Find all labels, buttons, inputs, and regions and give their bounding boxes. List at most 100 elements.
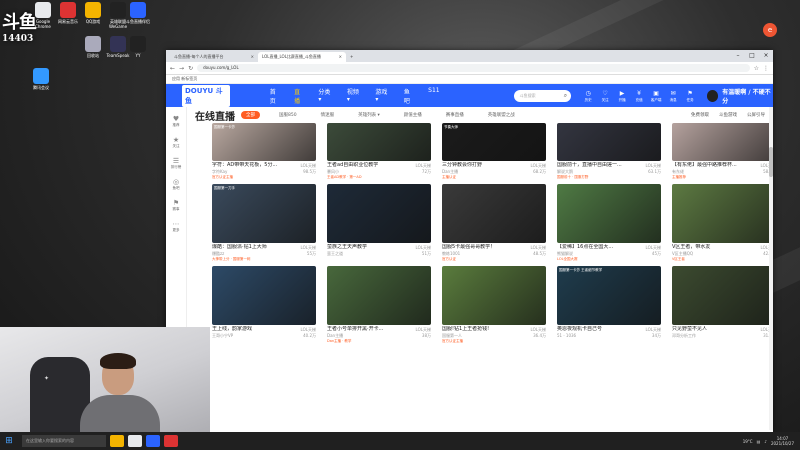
stream-title[interactable]: 【有东佬】最强中路推荐杯... — [672, 162, 737, 169]
stream-thumbnail[interactable] — [672, 266, 773, 325]
stream-thumbnail[interactable] — [327, 184, 431, 243]
stream-card[interactable]: 王者小号单排开黑·开卡... LOL天梯 Dan主播 38万 Dan主播 · 教学 — [327, 266, 431, 344]
stream-category[interactable]: LOL天梯 — [531, 244, 546, 251]
taskbar-app-douyu[interactable] — [146, 435, 160, 447]
anchor-name[interactable]: 邓哥分析工作 — [672, 333, 696, 339]
user-menu[interactable]: 有温暖啊 / 不硬不分 — [707, 87, 773, 105]
stream-category[interactable]: LOL天梯 — [416, 162, 431, 169]
stream-card[interactable]: 国服第一刀手 爆酷：国服派·钻1上大师 LOL天梯 爆酷zz 55万 大神带上分 · 国服… — [212, 184, 316, 262]
stream-category[interactable]: LOL天梯 — [531, 162, 546, 169]
nav-item[interactable]: 鱼吧 — [404, 87, 414, 105]
stream-title[interactable]: 国服5卡最强哥哥教学！ — [442, 244, 495, 251]
close-icon[interactable]: × — [339, 52, 342, 62]
stream-card[interactable]: 国服前十，直播中自由搓一... LOL天梯 解说大鹅 63.1万 国服前十 · 国服打野 — [557, 123, 661, 180]
stream-category[interactable]: LOL天梯 — [416, 326, 431, 333]
stream-thumbnail[interactable]: 国服第一卡莎 — [212, 123, 316, 161]
stream-card[interactable]: 国服!钻1上王者抢钱! LOL天梯 国服第一人 36.4万 官方认证主播 — [442, 266, 546, 344]
stream-thumbnail[interactable] — [212, 266, 316, 325]
desktop-icon[interactable]: Google Chrome — [30, 2, 56, 29]
filter-tab[interactable]: 英雄列表 ▾ — [353, 111, 385, 119]
header-icon-button[interactable]: ✉ 消息 — [666, 90, 680, 102]
stream-thumbnail[interactable] — [442, 184, 546, 243]
stream-title[interactable]: V区王者，带水友 — [672, 244, 710, 251]
taskbar-app-explorer[interactable] — [110, 435, 124, 447]
header-icon-button[interactable]: ◷ 历史 — [581, 90, 595, 102]
stream-category[interactable]: LOL天梯 — [301, 326, 316, 333]
forward-icon[interactable]: → — [179, 65, 184, 72]
stream-thumbnail[interactable]: 国服第一刀手 — [212, 184, 316, 243]
stream-card[interactable]: V区王者，带水友LOL天梯V区主播QQ42.5万V区王者 — [672, 184, 773, 262]
stream-title[interactable]: 蛮族之王天声教学 — [327, 244, 367, 251]
stream-card[interactable]: 王者ad自由职业位教学 LOL天梯 暴风小 72万 王者AD教学 · 第一AD — [327, 123, 431, 180]
stream-title[interactable]: 国服前十，直播中自由搓一... — [557, 162, 622, 169]
stream-thumbnail[interactable]: 国服第一卡莎 王者细节教学 — [557, 266, 661, 325]
stream-card[interactable]: 国服5卡最强哥哥教学！ LOL天梯 教练1001 48.5万 官方认证 — [442, 184, 546, 262]
search-input[interactable]: 斗鱼搜索 ⌕ — [513, 89, 572, 102]
left-rail-item[interactable]: ◎ 鱼吧 — [166, 178, 186, 191]
section-action[interactable]: 斗鱼游戏 — [719, 112, 737, 118]
nav-item[interactable]: 首页 — [270, 87, 280, 105]
stream-thumbnail[interactable] — [327, 123, 431, 161]
stream-category[interactable]: LOL天梯 — [646, 244, 661, 251]
nav-item[interactable]: 分类 ▾ — [318, 87, 332, 105]
desktop-icon[interactable]: 回收站 — [80, 36, 106, 58]
desktop-icon[interactable]: 腾讯会议 — [28, 68, 54, 90]
section-action[interactable]: 公屏引导 — [747, 112, 765, 118]
stream-thumbnail[interactable] — [442, 266, 546, 325]
filter-tab[interactable]: 颜值主播 — [399, 111, 427, 119]
star-icon[interactable]: ☆ — [754, 65, 759, 72]
stream-thumbnail[interactable] — [557, 123, 661, 161]
stream-category[interactable]: LOL天梯 — [301, 244, 316, 251]
douyu-logo[interactable]: DOUYU 斗鱼 — [182, 84, 230, 107]
stream-card[interactable]: 【有东佬】最强中路推荐杯...LOL天梯有东佬58.6万主播推荐 — [672, 123, 773, 180]
stream-category[interactable]: LOL天梯 — [416, 244, 431, 251]
stream-title[interactable]: 王上线，韵家游戏 — [212, 326, 252, 333]
left-rail-item[interactable]: ☰ 排行榜 — [166, 157, 186, 170]
section-action[interactable]: 免费领取 — [691, 112, 709, 118]
nav-item[interactable]: 视频 ▾ — [347, 87, 361, 105]
stream-card[interactable]: 王上线，韵家游戏 LOL天梯 王哥小宁VP 40.2万 — [212, 266, 316, 344]
header-icon-button[interactable]: ⚑ 任务 — [683, 90, 697, 102]
left-rail-item[interactable]: ♥ 推荐 — [166, 115, 186, 128]
stream-card[interactable]: 只见野蛮不见人LOL天梯邓哥分析工作31.8万 — [672, 266, 773, 344]
stream-thumbnail[interactable] — [557, 184, 661, 243]
tab-douyu-home[interactable]: 斗鱼直播-每个人的直播平台 × — [170, 52, 258, 62]
scrollbar[interactable] — [769, 107, 773, 430]
stream-category[interactable]: LOL天梯 — [531, 326, 546, 333]
stream-card[interactable]: 蛮族之王天声教学 LOL天梯 蛮王之道 51万 — [327, 184, 431, 262]
tab-lol-live[interactable]: LOL直播_LOL比赛直播_斗鱼直播 × — [258, 52, 346, 62]
stream-card[interactable]: 节奏大师 三分钟教会你打野 LOL天梯 Dan主播 68.2万 主播认证 — [442, 123, 546, 180]
filter-tab[interactable]: 英雄联盟之战 — [483, 111, 520, 119]
maximize-icon[interactable]: □ — [745, 50, 759, 62]
browser-app-icon[interactable]: e — [763, 23, 777, 37]
stream-title[interactable]: 国服!钻1上王者抢钱! — [442, 326, 489, 333]
filter-tab[interactable]: 情迷服 — [316, 111, 340, 119]
new-tab-button[interactable]: + — [346, 52, 364, 62]
filter-tab[interactable]: 国服850 — [274, 111, 302, 119]
stream-thumbnail[interactable] — [672, 123, 773, 161]
header-icon-button[interactable]: ♡ 关注 — [598, 90, 612, 102]
stream-thumbnail[interactable]: 节奏大师 — [442, 123, 546, 161]
nav-item[interactable]: 直播 — [294, 87, 304, 105]
filter-tab[interactable]: 赛事直播 — [441, 111, 469, 119]
stream-thumbnail[interactable] — [672, 184, 773, 243]
anchor-name[interactable]: 王哥小宁VP — [212, 333, 233, 339]
stream-card[interactable]: 国服第一卡莎 王者细节教学 奥恩夜观机卡自己号 LOL天梯 51 · 1036 34万 — [557, 266, 661, 344]
stream-category[interactable]: LOL天梯 — [646, 162, 661, 169]
stream-card[interactable]: 国服第一卡莎 字符：AD带带天花板，5分... LOL天梯 字符Kay 98.5万 官方认… — [212, 123, 316, 180]
url-input[interactable]: douyu.com/g_LOL — [197, 64, 750, 72]
stream-title[interactable]: 王者小号单排开黑·开卡... — [327, 326, 383, 333]
back-icon[interactable]: ← — [170, 65, 175, 72]
stream-category[interactable]: LOL天梯 — [646, 326, 661, 333]
stream-title[interactable]: 王者ad自由职业位教学 — [327, 162, 378, 169]
weather[interactable]: 19°C — [743, 439, 753, 444]
clock[interactable]: 14:07 2021/10/27 — [771, 436, 794, 446]
network-icon[interactable]: ▤ — [757, 439, 761, 444]
taskbar-app-music[interactable] — [164, 435, 178, 447]
desktop-icon[interactable]: QQ游戏 — [80, 2, 106, 24]
desktop-icon[interactable]: 斗鱼直播伴侣 — [125, 2, 151, 24]
stream-title[interactable]: 只见野蛮不见人 — [672, 326, 707, 333]
close-icon[interactable]: × — [251, 52, 254, 62]
left-rail-item[interactable]: ⚑ 赛事 — [166, 199, 186, 212]
nav-item[interactable]: S11 — [428, 87, 439, 105]
